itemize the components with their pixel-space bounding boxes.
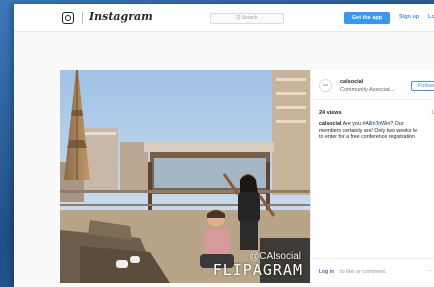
post-header: CAI calsocial Community Associat... Foll… — [311, 70, 434, 100]
avatar[interactable]: CAI — [319, 79, 332, 92]
login-link-top[interactable]: Lo — [428, 14, 434, 20]
post-sidebar: CAI calsocial Community Associat... Foll… — [310, 70, 434, 283]
top-nav-bar: Instagram Q Search Get the app Sign up L… — [14, 4, 434, 32]
caption-text-end: ? Our — [390, 121, 404, 127]
get-the-app-button[interactable]: Get the app — [344, 12, 390, 24]
screen-background: Instagram Q Search Get the app Sign up L… — [0, 0, 434, 287]
nav-divider — [82, 12, 83, 24]
login-prompt-text: to like or comment. — [340, 269, 387, 275]
flipagram-watermark: FLIPAGRAM — [212, 261, 303, 279]
caption-line-2: members certainly are! Only two weeks le — [319, 127, 418, 134]
instagram-camera-icon[interactable] — [62, 12, 74, 24]
search-input[interactable]: Q Search — [210, 13, 284, 24]
caption-line-3: to enter for a free conference registrat… — [319, 134, 415, 141]
caption-hashtag[interactable]: #AllInToWin — [362, 121, 390, 127]
comment-bar: Log in to like or comment. ... — [311, 258, 434, 283]
caption-username[interactable]: calsocial — [319, 121, 341, 127]
author-location[interactable]: Community Associat... — [340, 87, 394, 93]
caption-text: Are you — [341, 121, 363, 127]
login-link[interactable]: Log in — [319, 269, 334, 275]
author-username[interactable]: calsocial — [340, 79, 363, 85]
more-options-icon[interactable]: ... — [427, 267, 432, 273]
instagram-page: Instagram Q Search Get the app Sign up L… — [14, 4, 434, 287]
instagram-wordmark[interactable]: Instagram — [89, 10, 153, 23]
follow-button[interactable]: Follow — [411, 81, 434, 91]
signup-link[interactable]: Sign up — [399, 14, 419, 20]
view-count: 24 views — [319, 110, 342, 116]
post-caption: calsocial Are you #AllInToWin? Our membe… — [319, 121, 434, 141]
post-video-frame[interactable]: @CAlsocial FLIPAGRAM — [60, 70, 310, 283]
